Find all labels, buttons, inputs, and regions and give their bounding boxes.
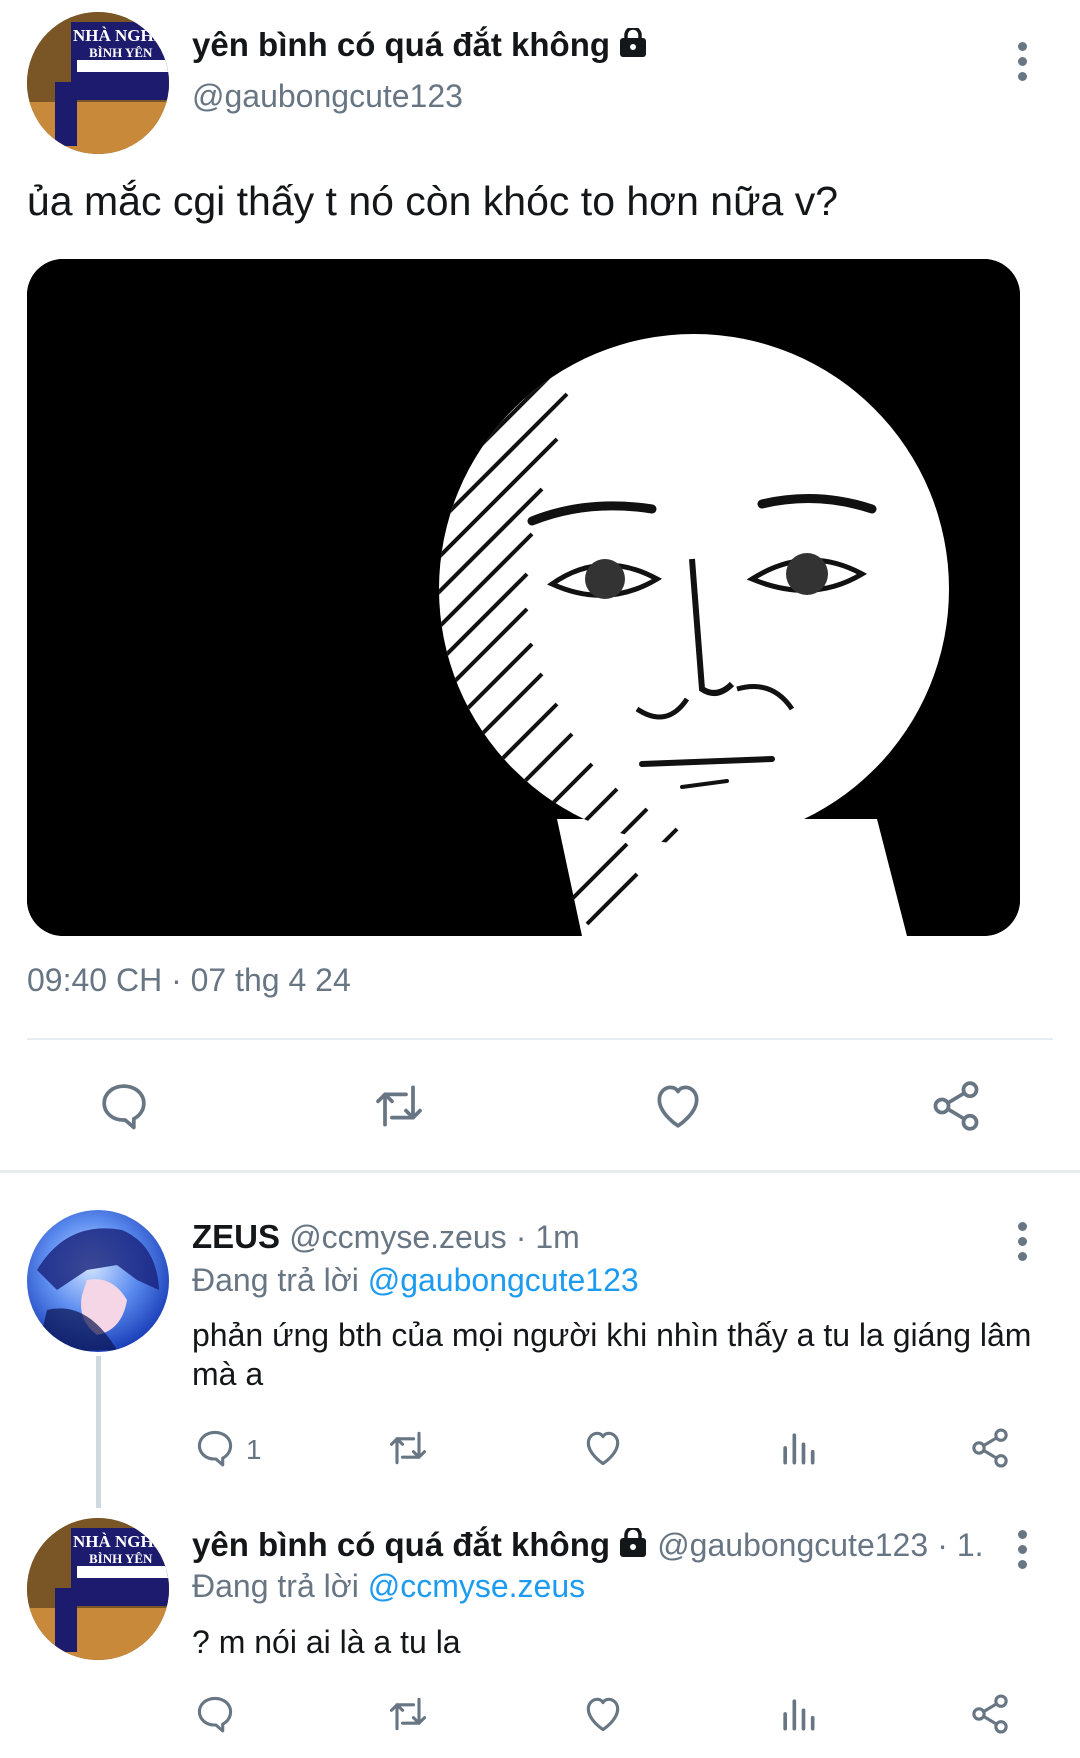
- more-icon[interactable]: [1002, 36, 1042, 96]
- avatar-sign-text-2: BÌNH YÊN: [89, 1551, 153, 1566]
- more-icon[interactable]: [1002, 1216, 1042, 1276]
- share-icon[interactable]: [968, 1426, 1012, 1470]
- replying-to-link[interactable]: @ccmyse.zeus: [368, 1568, 585, 1604]
- reply-author-name[interactable]: ZEUS: [192, 1218, 280, 1255]
- retweet-icon[interactable]: [370, 1078, 428, 1134]
- moon-face-image: [27, 259, 1020, 936]
- reply-icon[interactable]: [193, 1692, 237, 1736]
- section-divider: [0, 1170, 1080, 1173]
- analytics-icon[interactable]: [776, 1426, 820, 1470]
- reply-author-handle[interactable]: @ccmyse.zeus: [289, 1219, 506, 1255]
- tweet-image[interactable]: [27, 259, 1020, 936]
- lock-icon: [618, 26, 648, 66]
- like-icon[interactable]: [581, 1426, 625, 1470]
- thread-line: [96, 1356, 101, 1508]
- reply-text-line2: mà a: [192, 1356, 264, 1392]
- divider: [27, 1038, 1053, 1040]
- retweet-icon[interactable]: [385, 1426, 431, 1470]
- reply-text-line1: phản ứng bth của mọi người khi nhìn thấy…: [192, 1317, 1032, 1353]
- author-handle[interactable]: @gaubongcute123: [192, 78, 463, 115]
- reply-header: ZEUS @ccmyse.zeus · 1m: [192, 1218, 580, 1256]
- replying-prefix: Đang trả lời: [192, 1262, 359, 1298]
- reply-author-name[interactable]: yên bình có quá đắt không: [192, 1526, 610, 1563]
- reply-text-line1: ? m nói ai là a tu la: [192, 1624, 461, 1660]
- replying-to-line: Đang trả lời @gaubongcute123: [192, 1262, 639, 1299]
- retweet-icon[interactable]: [385, 1692, 431, 1736]
- author-name[interactable]: yên bình có quá đắt không: [192, 26, 610, 63]
- avatar-sign-text-1: NHÀ NGHỈ: [73, 26, 161, 45]
- share-icon[interactable]: [928, 1078, 984, 1134]
- author-name-row[interactable]: yên bình có quá đắt không: [192, 26, 648, 66]
- reply-header: yên bình có quá đắt không @gaubongcute12…: [192, 1526, 982, 1566]
- lock-icon: [618, 1526, 648, 1566]
- reply-count: 1: [246, 1434, 262, 1465]
- like-icon[interactable]: [581, 1692, 625, 1736]
- reply-time: · 1...: [937, 1527, 982, 1563]
- reply-time: · 1m: [515, 1219, 580, 1255]
- reply-avatar-author[interactable]: NHÀ NGHỈ BÌNH YÊN: [27, 1518, 169, 1660]
- avatar-photo: [37, 1228, 159, 1352]
- like-icon[interactable]: [650, 1078, 706, 1134]
- tweet-timestamp: 09:40 CH · 07 thg 4 24: [27, 962, 351, 998]
- avatar-sign-text-2: BÌNH YÊN: [89, 45, 153, 60]
- avatar-sign-text-1: NHÀ NGHỈ: [73, 1532, 161, 1551]
- more-icon[interactable]: [1002, 1524, 1042, 1584]
- analytics-icon[interactable]: [776, 1692, 820, 1736]
- replying-to-link[interactable]: @gaubongcute123: [368, 1262, 639, 1298]
- tweet-text: ủa mắc cgi thấy t nó còn khóc to hơn nữa…: [27, 178, 839, 224]
- reply-icon[interactable]: [96, 1078, 152, 1134]
- reply-author-handle[interactable]: @gaubongcute123: [657, 1527, 928, 1563]
- reply-avatar-zeus[interactable]: [27, 1210, 169, 1352]
- replying-prefix: Đang trả lời: [192, 1568, 359, 1604]
- replying-to-line: Đang trả lời @ccmyse.zeus: [192, 1568, 585, 1605]
- author-avatar[interactable]: NHÀ NGHỈ BÌNH YÊN: [27, 12, 169, 154]
- reply-icon[interactable]: [193, 1426, 237, 1470]
- share-icon[interactable]: [968, 1692, 1012, 1736]
